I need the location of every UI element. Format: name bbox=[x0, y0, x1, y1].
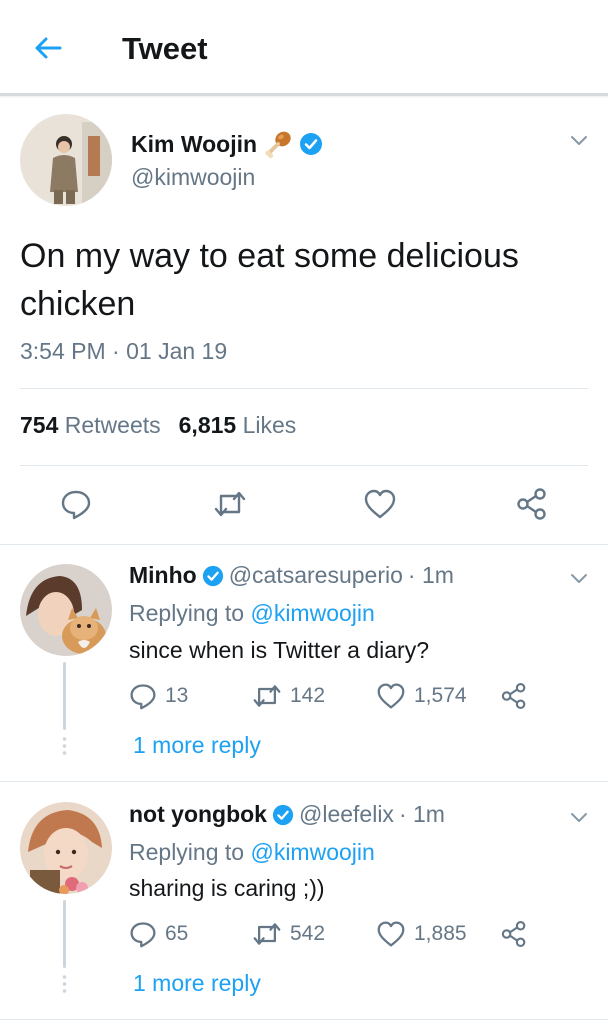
replying-to: Replying to @kimwoojin bbox=[129, 839, 375, 866]
divider bbox=[20, 388, 588, 389]
tweet-text: On my way to eat some delicious chicken bbox=[20, 237, 519, 323]
thread-dots bbox=[62, 737, 67, 755]
likes-stat[interactable]: 6,815 Likes bbox=[179, 412, 297, 439]
reply-time: · 1m bbox=[407, 562, 454, 588]
verified-badge-icon bbox=[272, 804, 294, 825]
retweet-count: 542 bbox=[290, 922, 326, 945]
like-button[interactable] bbox=[362, 486, 398, 522]
more-replies-link[interactable]: 1 more reply bbox=[133, 732, 261, 759]
author-name-row: Kim Woojin bbox=[131, 128, 323, 160]
reply-like-button[interactable]: 1,885 bbox=[376, 920, 467, 948]
thread-line bbox=[63, 662, 66, 730]
replying-to-prefix: Replying to bbox=[129, 600, 245, 626]
retweet-icon bbox=[253, 685, 281, 707]
like-count: 1,574 bbox=[414, 684, 467, 707]
back-button[interactable] bbox=[30, 30, 66, 66]
more-replies-link[interactable]: 1 more reply bbox=[133, 970, 261, 997]
reply-header: Minho @catsaresuperio · 1m bbox=[129, 562, 454, 589]
replying-to-handle[interactable]: @kimwoojin bbox=[250, 600, 374, 626]
reply-retweet-button[interactable]: 142 bbox=[252, 682, 325, 710]
retweet-icon bbox=[214, 491, 246, 517]
retweets-label: Retweets bbox=[64, 412, 161, 438]
top-bar: Tweet bbox=[0, 0, 608, 96]
chevron-down-icon[interactable] bbox=[567, 805, 591, 829]
like-icon bbox=[364, 489, 396, 519]
divider bbox=[0, 781, 608, 782]
drumstick-icon bbox=[265, 131, 291, 159]
reply-text: since when is Twitter a diary? bbox=[129, 637, 429, 663]
reply-author-name[interactable]: not yongbok bbox=[129, 801, 267, 828]
like-icon bbox=[377, 921, 405, 947]
divider bbox=[20, 465, 588, 466]
share-button[interactable] bbox=[514, 486, 550, 522]
tweet-stats: 754 Retweets 6,815 Likes bbox=[20, 412, 296, 439]
reply-reply-button[interactable]: 65 bbox=[129, 920, 188, 948]
share-icon bbox=[501, 920, 526, 948]
share-icon bbox=[501, 682, 526, 710]
reply-count: 13 bbox=[165, 684, 189, 707]
reply-icon bbox=[130, 684, 156, 710]
verified-badge-icon bbox=[202, 565, 223, 586]
like-count: 1,885 bbox=[414, 922, 467, 945]
author-name[interactable]: Kim Woojin bbox=[131, 131, 257, 158]
likes-label: Likes bbox=[242, 412, 297, 438]
divider bbox=[0, 1019, 608, 1020]
reply-icon bbox=[61, 490, 91, 520]
retweet-count: 142 bbox=[290, 684, 326, 707]
page-title: Tweet bbox=[122, 31, 208, 66]
retweets-count: 754 bbox=[20, 412, 59, 438]
retweet-button[interactable] bbox=[212, 486, 248, 522]
reply-author-handle[interactable]: @catsaresuperio bbox=[229, 562, 403, 589]
reply-text: sharing is caring ;)) bbox=[129, 875, 325, 901]
reply-avatar[interactable] bbox=[20, 802, 112, 894]
replying-to: Replying to @kimwoojin bbox=[129, 600, 375, 627]
reply-reply-button[interactable]: 13 bbox=[129, 682, 188, 710]
tweet-timestamp: 3:54 PM · 01 Jan 19 bbox=[20, 338, 228, 364]
reply-button[interactable] bbox=[58, 486, 94, 522]
reply-share-button[interactable] bbox=[500, 682, 528, 710]
reply-author-handle[interactable]: @leefelix bbox=[299, 801, 394, 828]
verified-badge-icon bbox=[300, 133, 323, 155]
reply-icon bbox=[130, 922, 156, 948]
reply-author-name[interactable]: Minho bbox=[129, 562, 197, 589]
retweet-icon bbox=[253, 923, 281, 945]
reply-count: 65 bbox=[165, 922, 189, 945]
reply-header: not yongbok @leefelix · 1m bbox=[129, 801, 445, 828]
chevron-down-icon[interactable] bbox=[567, 128, 591, 152]
reply-share-button[interactable] bbox=[500, 920, 528, 948]
author-avatar[interactable] bbox=[20, 114, 112, 206]
retweets-stat[interactable]: 754 Retweets bbox=[20, 412, 161, 439]
reply-retweet-button[interactable]: 542 bbox=[252, 920, 325, 948]
back-arrow-icon bbox=[35, 37, 62, 59]
divider bbox=[0, 544, 608, 545]
share-icon bbox=[517, 488, 546, 520]
replying-to-prefix: Replying to bbox=[129, 839, 245, 865]
reply-like-button[interactable]: 1,574 bbox=[376, 682, 467, 710]
reply-avatar[interactable] bbox=[20, 564, 112, 656]
like-icon bbox=[377, 683, 405, 709]
likes-count: 6,815 bbox=[178, 412, 237, 438]
thread-dots bbox=[62, 975, 67, 993]
thread-line bbox=[63, 900, 66, 968]
replying-to-handle[interactable]: @kimwoojin bbox=[250, 839, 374, 865]
author-handle[interactable]: @kimwoojin bbox=[131, 164, 255, 191]
reply-time: · 1m bbox=[398, 801, 445, 827]
chevron-down-icon[interactable] bbox=[567, 566, 591, 590]
